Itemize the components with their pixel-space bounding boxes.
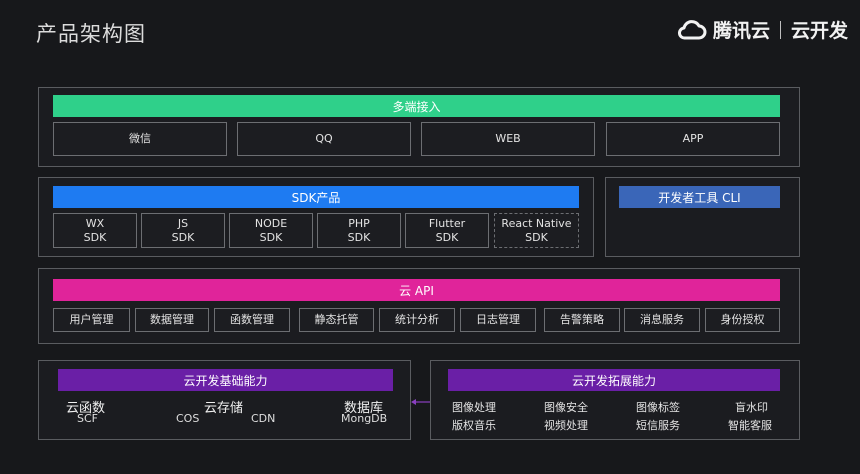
api-item: 身份授权	[705, 308, 780, 332]
sdk-item-react-native: React Native SDK	[494, 213, 579, 248]
sdk-item-node: NODE SDK	[229, 213, 313, 248]
capability-sub: MongDB	[341, 412, 388, 425]
sdk-item-line1: React Native	[501, 216, 572, 230]
extended-item: 版权音乐	[452, 419, 496, 432]
sdk-item-line1: WX	[85, 216, 105, 230]
capability-title: 云存储	[204, 401, 244, 416]
extended-item: 图像安全	[544, 401, 588, 414]
brand-separator	[779, 20, 781, 39]
sdk-item-line1: JS	[177, 216, 189, 230]
extended-item: 图像处理	[452, 401, 496, 414]
extended-item: 盲水印	[735, 401, 768, 414]
sdk-item-wx: WX SDK	[53, 213, 137, 248]
cloud-icon	[677, 19, 707, 39]
api-item: 函数管理	[214, 308, 290, 332]
sdk-item-line2: SDK	[347, 230, 371, 244]
page-title: 产品架构图	[36, 22, 146, 46]
access-item-wechat: 微信	[53, 122, 227, 156]
extended-capabilities-header: 云开发拓展能力	[448, 369, 780, 391]
sdk-item-js: JS SDK	[141, 213, 225, 248]
sdk-item-php: PHP SDK	[317, 213, 401, 248]
sdk-item-line2: SDK	[435, 230, 459, 244]
api-item: 告警策略	[544, 308, 620, 332]
capability-sub: CDN	[251, 412, 276, 425]
extended-item: 短信服务	[636, 419, 680, 432]
cloud-api-header: 云 API	[53, 279, 780, 301]
sdk-item-line1: NODE	[254, 216, 288, 230]
access-item-web: WEB	[421, 122, 595, 156]
api-item: 消息服务	[624, 308, 700, 332]
api-item: 统计分析	[379, 308, 455, 332]
extended-item: 视频处理	[544, 419, 588, 432]
sdk-item-line2: SDK	[83, 230, 107, 244]
sdk-item-line2: SDK	[525, 230, 548, 244]
connector-arrow	[411, 399, 430, 405]
brand-product: 云开发	[790, 20, 848, 42]
api-item: 静态托管	[299, 308, 374, 332]
api-item: 用户管理	[53, 308, 130, 332]
access-item-app: APP	[606, 122, 780, 156]
sdk-item-line1: Flutter	[428, 216, 466, 230]
cli-label: 开发者工具 CLI	[619, 186, 780, 208]
capability-sub: SCF	[77, 412, 98, 425]
extended-item: 智能客服	[728, 419, 772, 432]
basic-capabilities-header: 云开发基础能力	[58, 369, 393, 391]
brand-logo: 腾讯云 云开发	[677, 16, 848, 43]
extended-item: 图像标签	[636, 401, 680, 414]
access-item-qq: QQ	[237, 122, 411, 156]
sdk-item-line2: SDK	[171, 230, 195, 244]
multi-access-header: 多端接入	[53, 95, 780, 117]
sdk-header: SDK产品	[53, 186, 579, 208]
api-item: 日志管理	[460, 308, 536, 332]
api-item: 数据管理	[135, 308, 209, 332]
capability-sub: COS	[176, 412, 200, 425]
brand-name: 腾讯云	[712, 20, 770, 42]
sdk-item-flutter: Flutter SDK	[405, 213, 489, 248]
sdk-item-line1: PHP	[348, 216, 370, 230]
sdk-item-line2: SDK	[259, 230, 283, 244]
